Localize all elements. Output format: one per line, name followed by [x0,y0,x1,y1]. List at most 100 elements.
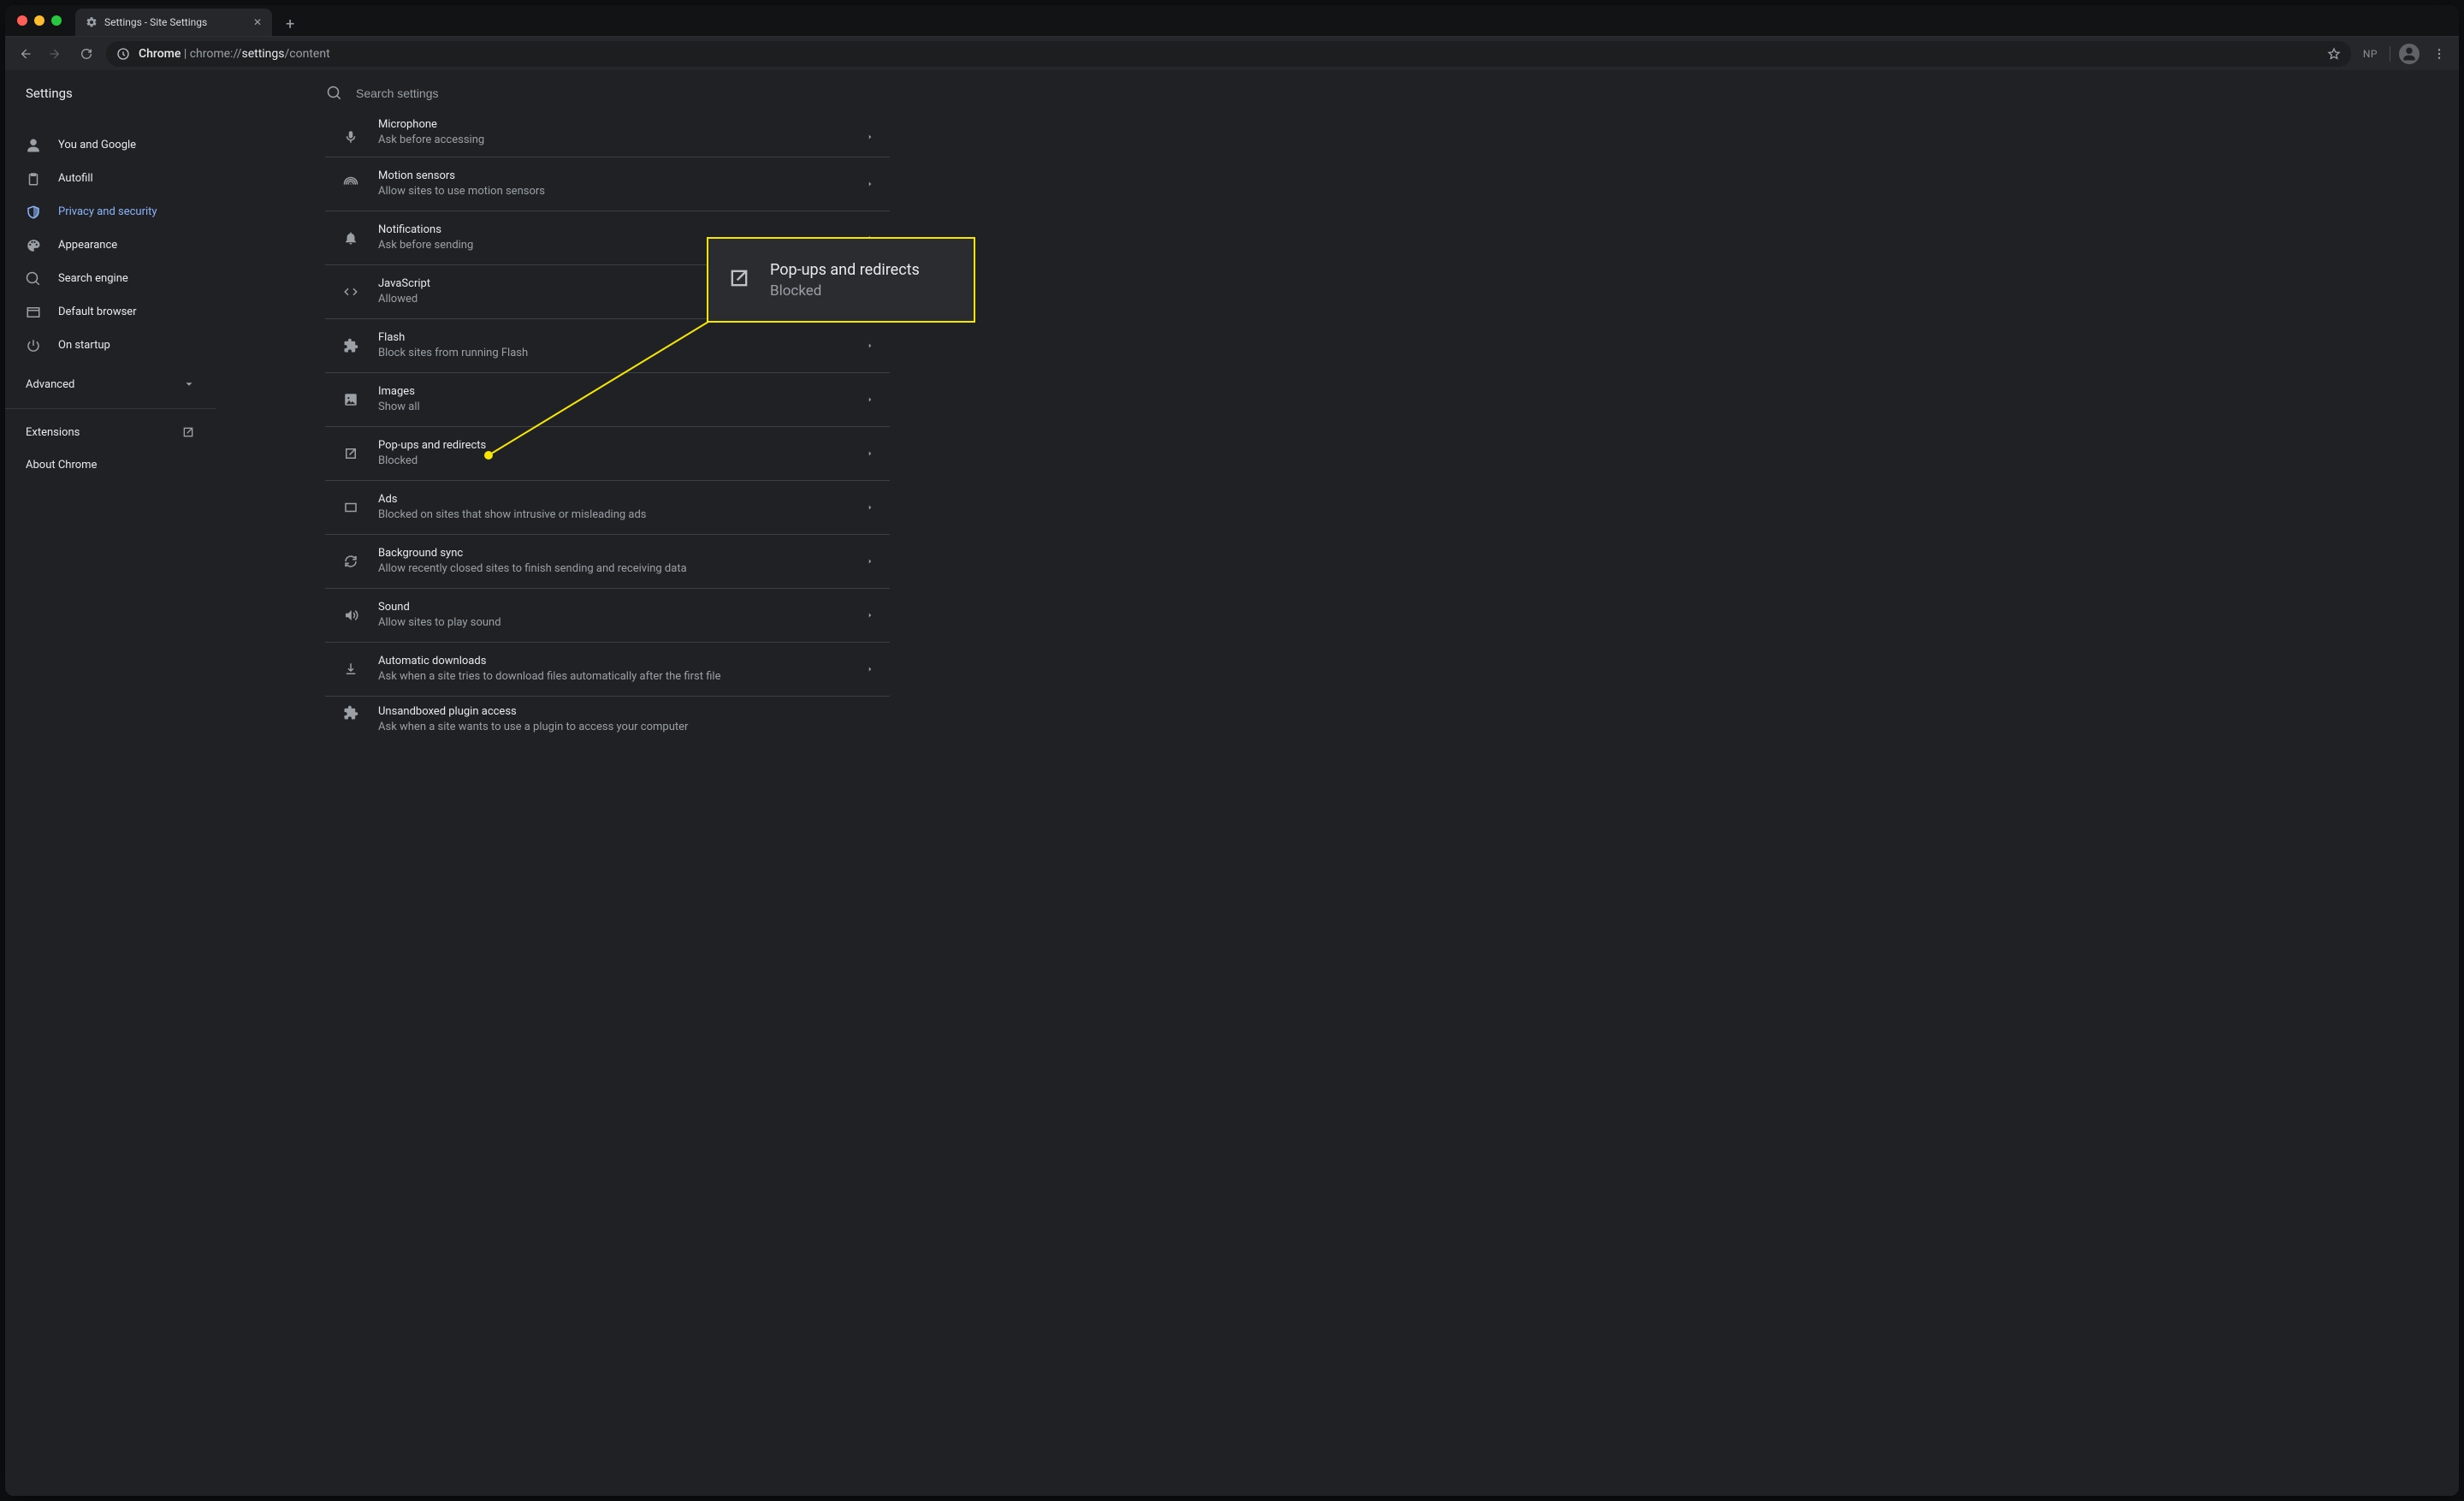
setting-row-images[interactable]: Images Show all [325,373,890,427]
account-icon [26,138,41,153]
profile-initials[interactable]: NP [2360,46,2381,62]
profile-avatar-button[interactable] [2399,44,2420,64]
sound-icon [341,608,361,623]
bookmark-star-icon[interactable] [2327,47,2341,61]
callout-title: Pop-ups and redirects [770,261,920,279]
setting-label: Ads [378,493,866,506]
chevron-right-icon [866,341,874,350]
sidebar-item-label: You and Google [58,139,136,151]
search-settings[interactable] [310,79,874,108]
search-icon [327,86,342,101]
code-icon [341,284,361,300]
sidebar-item-privacy[interactable]: Privacy and security [5,195,216,228]
about-label: About Chrome [26,459,97,472]
forward-button[interactable] [44,43,67,65]
image-icon [341,392,361,407]
menu-button[interactable] [2428,43,2450,65]
shield-icon [26,205,41,220]
setting-sub: Blocked [378,454,866,468]
back-button[interactable] [14,43,36,65]
setting-label: Flash [378,331,866,344]
sidebar-item-you-and-google[interactable]: You and Google [5,128,216,162]
setting-sub: Ask when a site wants to use a plugin to… [378,721,874,734]
setting-row-sound[interactable]: Sound Allow sites to play sound [325,589,890,643]
setting-sub: Show all [378,400,866,414]
setting-sub: Allow sites to use motion sensors [378,185,866,199]
setting-row-ads[interactable]: Ads Blocked on sites that show intrusive… [325,481,890,535]
chevron-right-icon [866,133,874,141]
browser-window: Settings - Site Settings ✕ + Chrome | ch… [5,5,2459,1496]
reload-button[interactable] [75,43,98,65]
setting-sub: Blocked on sites that show intrusive or … [378,508,866,522]
setting-row-motion-sensors[interactable]: Motion sensors Allow sites to use motion… [325,157,890,211]
address-bar[interactable]: Chrome | chrome://settings/content [106,41,2351,67]
callout-anchor-dot [484,451,493,460]
url-path-rest: /content [285,47,330,61]
sidebar-extensions-link[interactable]: Extensions [5,416,216,448]
sync-icon [341,554,361,569]
chevron-right-icon [866,611,874,620]
sidebar-item-label: Default browser [58,306,137,318]
sidebar-item-appearance[interactable]: Appearance [5,228,216,262]
maximize-window-button[interactable] [51,15,62,26]
close-tab-button[interactable]: ✕ [253,16,262,28]
titlebar: Settings - Site Settings ✕ + [5,5,2459,36]
motion-icon [341,176,361,192]
setting-row-automatic-downloads[interactable]: Automatic downloads Ask when a site trie… [325,643,890,697]
sidebar-advanced-toggle[interactable]: Advanced [5,367,216,401]
sidebar-item-default-browser[interactable]: Default browser [5,295,216,329]
setting-label: Microphone [378,118,866,131]
window-controls [5,15,62,26]
sidebar-item-label: Autofill [58,172,93,185]
search-icon [26,271,41,287]
sidebar-item-autofill[interactable]: Autofill [5,162,216,195]
open-in-new-icon [727,266,751,294]
close-window-button[interactable] [17,15,27,26]
settings-main: Microphone Ask before accessing Motion s… [216,116,2459,1496]
callout-popups: Pop-ups and redirects Blocked [707,237,975,323]
site-settings-list: Microphone Ask before accessing Motion s… [325,116,890,1496]
power-icon [26,338,41,353]
sidebar-item-label: Appearance [58,239,117,252]
chevron-right-icon [866,665,874,673]
clipboard-icon [26,171,41,187]
settings-header: Settings [5,70,2459,116]
settings-sidebar: You and Google Autofill Privacy and secu… [5,116,216,1496]
setting-row-unsandboxed-plugin[interactable]: Unsandboxed plugin access Ask when a sit… [325,697,890,734]
setting-row-background-sync[interactable]: Background sync Allow recently closed si… [325,535,890,589]
search-input[interactable] [354,86,874,101]
gear-icon [86,16,98,28]
site-info-icon[interactable] [116,47,130,61]
setting-label: Notifications [378,223,866,236]
settings-page: Settings You and Google Autofill [5,70,2459,1496]
advanced-label: Advanced [26,378,74,391]
rect-icon [341,500,361,515]
setting-row-popups[interactable]: Pop-ups and redirects Blocked [325,427,890,481]
chevron-down-icon [183,378,195,390]
mic-icon [341,129,361,145]
callout-sub: Blocked [770,282,920,300]
chevron-right-icon [866,449,874,458]
sidebar-about-chrome-link[interactable]: About Chrome [5,448,216,481]
sidebar-item-label: Search engine [58,272,128,285]
sidebar-divider [5,408,216,409]
setting-label: Automatic downloads [378,655,866,667]
setting-row-microphone[interactable]: Microphone Ask before accessing [325,116,890,157]
tab-title: Settings - Site Settings [104,16,246,28]
sidebar-item-label: Privacy and security [58,205,157,218]
url-path-strong: settings [241,47,284,61]
new-tab-button[interactable]: + [279,14,301,36]
setting-row-flash[interactable]: Flash Block sites from running Flash [325,319,890,373]
url-scheme: chrome:// [190,47,242,61]
setting-label: Background sync [378,547,866,560]
sidebar-item-label: On startup [58,339,110,352]
download-icon [341,662,361,677]
minimize-window-button[interactable] [34,15,44,26]
setting-label: Sound [378,601,866,614]
sidebar-item-search-engine[interactable]: Search engine [5,262,216,295]
browser-tab[interactable]: Settings - Site Settings ✕ [75,9,272,36]
chevron-right-icon [866,180,874,188]
setting-sub: Ask before accessing [378,133,866,147]
sidebar-item-on-startup[interactable]: On startup [5,329,216,362]
setting-sub: Ask when a site tries to download files … [378,670,866,684]
